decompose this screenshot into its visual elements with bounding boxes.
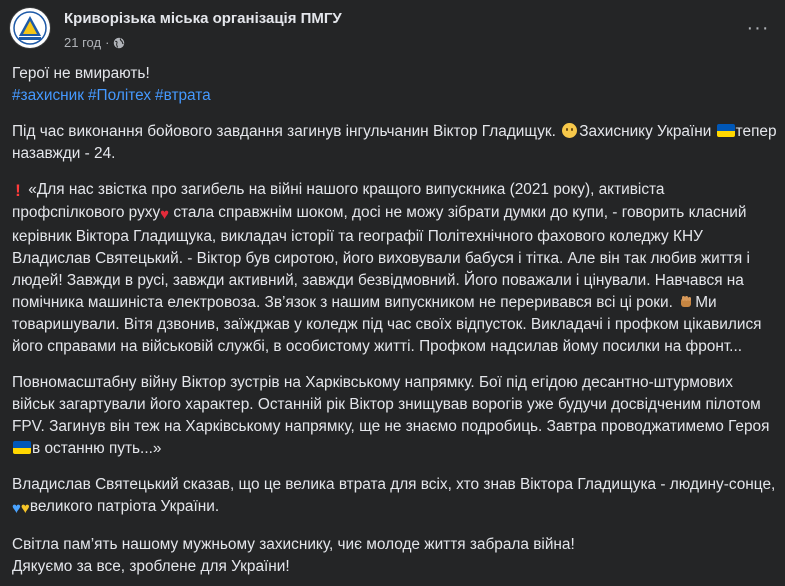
hashtag-link[interactable]: #Політех (88, 87, 151, 104)
fist-emoji-icon (681, 296, 692, 307)
yellow-heart-emoji-icon: ♥ (20, 500, 30, 517)
intro-text-1: Під час виконання бойового завдання заги… (12, 123, 556, 140)
organization-logo-icon (11, 9, 49, 47)
closing-line-2: Дякуємо за все, зроблене для України! (12, 558, 290, 575)
post-title-line: Герої не вмирають! (12, 65, 150, 82)
hashtag-row: #захисник #Політех #втрата (12, 85, 777, 107)
page-avatar[interactable] (10, 8, 50, 48)
red-exclamation-emoji-icon: ! (15, 181, 21, 200)
hashtag-link[interactable]: #втрата (155, 87, 211, 104)
sad-face-emoji-icon (562, 123, 578, 138)
quote2-text-1: Повномасштабну війну Віктор зустрів на Х… (12, 374, 770, 435)
paragraph-summary: Владислав Святецький сказав, що це велик… (12, 474, 777, 520)
quote2-text-2: в останню путь...» (32, 440, 162, 457)
post-header: Криворізька міська організація ПМГУ 21 г… (10, 7, 775, 59)
more-options-icon: ··· (746, 17, 770, 39)
intro-text-2: Захиснику України (579, 123, 712, 140)
page-name-link[interactable]: Криворізька міська організація ПМГУ (64, 10, 342, 27)
ukraine-flag-emoji-icon (716, 124, 735, 137)
paragraph-intro: Під час виконання бойового завдання заги… (12, 121, 777, 165)
summary-text-2: великого патріота України. (29, 498, 220, 515)
paragraph-quote-1: ! «Для нас звістка про загибель на війні… (12, 179, 777, 358)
paragraph-quote-2: Повномасштабну війну Віктор зустрів на Х… (12, 372, 777, 460)
post-meta: 21 год · (64, 35, 125, 50)
post-time[interactable]: 21 год (64, 35, 101, 50)
more-options-button[interactable]: ··· (743, 13, 773, 43)
meta-separator: · (105, 35, 110, 50)
red-heart-emoji-icon: ♥ (160, 206, 170, 223)
hashtag-link[interactable]: #захисник (12, 87, 84, 104)
blue-heart-emoji-icon: ♥ (12, 500, 21, 517)
globe-icon[interactable] (113, 37, 125, 49)
post-text: Герої не вмирають! #захисник #Політех #втр… (12, 63, 777, 578)
ukraine-flag-emoji-icon (13, 441, 31, 454)
summary-text-1: Владислав Святецький сказав, що це велик… (12, 476, 776, 493)
closing-line-1: Світла пам’ять нашому мужньому захиснику… (12, 536, 575, 553)
